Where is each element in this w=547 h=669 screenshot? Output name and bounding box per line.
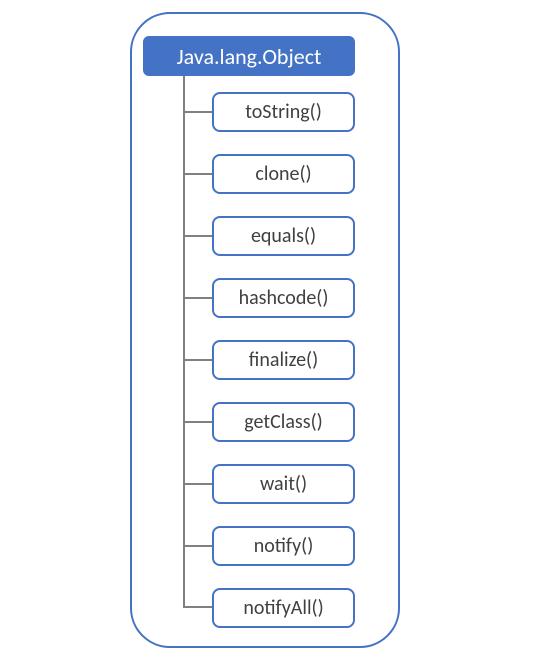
method-box: notify() <box>212 526 355 566</box>
tree-branch-line <box>183 483 212 485</box>
method-box: finalize() <box>212 340 355 380</box>
method-label: hashcode() <box>239 286 329 310</box>
method-label: wait() <box>260 472 307 496</box>
method-box: getClass() <box>212 402 355 442</box>
tree-branch-line <box>183 297 212 299</box>
method-box: toString() <box>212 92 355 132</box>
method-label: finalize() <box>249 348 318 372</box>
method-label: equals() <box>251 224 316 248</box>
tree-branch-line <box>183 111 212 113</box>
tree-branch-line <box>183 606 212 608</box>
tree-branch-line <box>183 173 212 175</box>
method-box: wait() <box>212 464 355 504</box>
root-class-label: Java.lang.Object <box>177 43 322 70</box>
method-label: notifyAll() <box>243 596 323 620</box>
method-box: equals() <box>212 216 355 256</box>
tree-branch-line <box>183 545 212 547</box>
tree-branch-line <box>183 359 212 361</box>
method-box: clone() <box>212 154 355 194</box>
tree-branch-line <box>183 421 212 423</box>
tree-branch-line <box>183 235 212 237</box>
method-label: clone() <box>255 162 311 186</box>
tree-trunk-line <box>183 76 185 606</box>
method-label: toString() <box>245 100 322 124</box>
method-box: notifyAll() <box>212 588 355 628</box>
root-class-box: Java.lang.Object <box>143 36 355 76</box>
method-label: getClass() <box>244 410 322 434</box>
method-label: notify() <box>254 534 314 558</box>
method-box: hashcode() <box>212 278 355 318</box>
